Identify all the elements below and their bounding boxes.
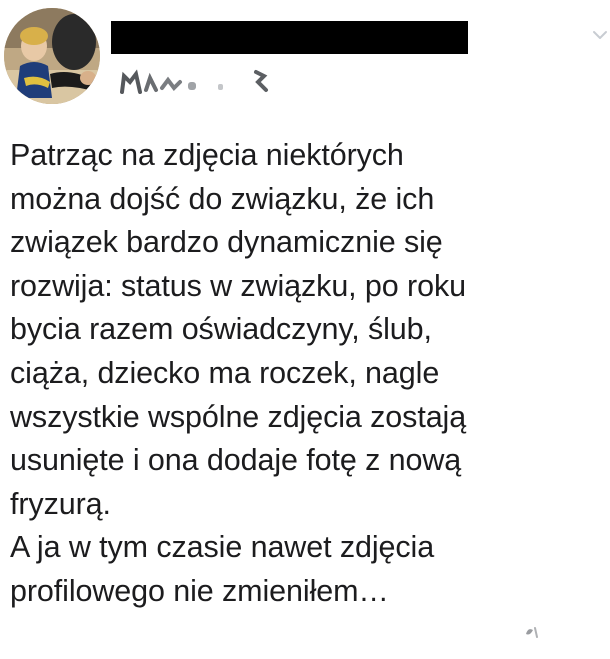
author-name-redacted (111, 21, 468, 54)
post-text: Patrząc na zdjęcia niektórych można dojś… (10, 134, 600, 614)
chevron-down-icon[interactable] (590, 24, 610, 44)
post-text-line: można dojść do związku, że ich (10, 181, 435, 216)
post-text-line: związek bardzo dynamicznie się (10, 225, 443, 260)
post-text-line: usunięte i ona dodaje fotę z nową (10, 443, 462, 478)
facebook-post: Patrząc na zdjęcia niektórych można dojś… (0, 0, 610, 659)
post-text-line: bycia razem oświadczyny, ślub, (10, 312, 432, 347)
post-text-line: profilowego nie zmieniłem… (10, 573, 389, 608)
avatar[interactable] (4, 8, 100, 104)
post-text-line: wszystkie wspólne zdjęcia zostają (10, 399, 467, 434)
post-text-line: rozwija: status w związku, po roku (10, 268, 466, 303)
blurred-artifact-icon (526, 627, 538, 638)
post-text-line: ciąża, dziecko ma roczek, nagle (10, 355, 440, 390)
avatar-photo (4, 8, 100, 104)
post-text-line: Patrząc na zdjęcia niektórych (10, 138, 404, 172)
post-meta-blurred (120, 69, 268, 94)
post-text-line: A ja w tym czasie nawet zdjęcia (10, 530, 435, 565)
post-text-line: fryzurą. (10, 486, 111, 521)
